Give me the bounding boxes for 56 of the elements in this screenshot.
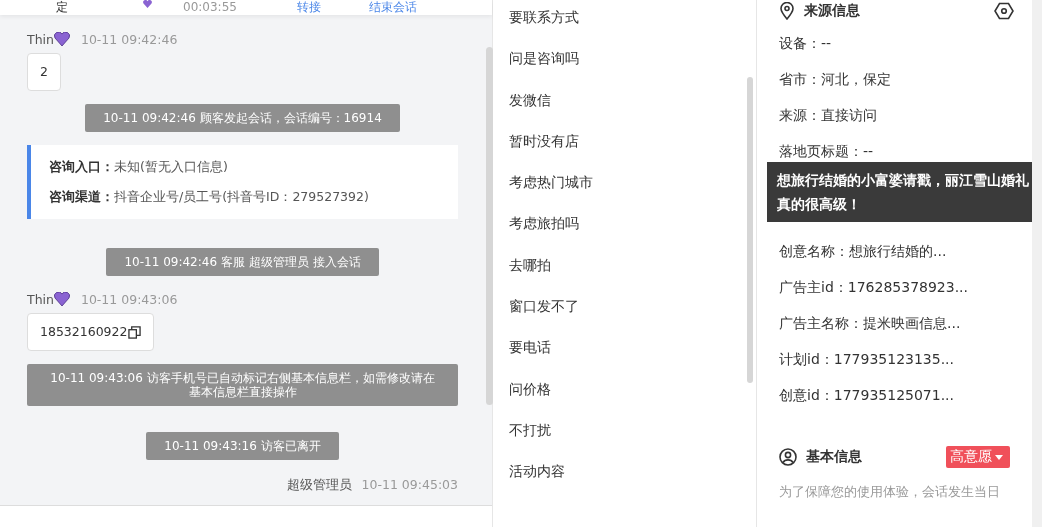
message-text: 18532160922: [40, 324, 128, 340]
info-row-text: 来源：直接访问: [779, 106, 878, 125]
quick-reply-item[interactable]: 不打扰: [493, 418, 756, 461]
sender-name: Thin: [27, 291, 54, 307]
system-notice: 10-11 09:42:46 客服 超级管理员 接入会话: [106, 248, 379, 276]
settings-icon[interactable]: [994, 2, 1014, 20]
info-row-text: 创意名称：想旅行结婚的...: [779, 242, 948, 261]
location-pin-icon: [779, 2, 795, 20]
system-notice: 10-11 09:43:16 访客已离开: [146, 432, 339, 460]
scrollbar[interactable]: [486, 47, 493, 405]
quick-reply-item[interactable]: 活动内容: [493, 460, 756, 502]
info-row-text: 落地页标题：--: [779, 142, 875, 161]
quick-reply-item[interactable]: 发微信: [493, 88, 756, 130]
sender-name: Thin: [27, 31, 54, 47]
caret-icon: [995, 454, 1003, 460]
heart-icon: [140, 0, 155, 8]
message-time: 10-11 09:42:46: [80, 31, 178, 47]
info-row-text: 省市：河北，保定: [779, 70, 892, 89]
heart-icon: [53, 32, 70, 46]
quick-reply-item[interactable]: 窗口发不了: [493, 295, 756, 337]
session-duration: 00:03:55: [183, 0, 237, 14]
message-text: 2: [40, 64, 48, 80]
quick-reply-item[interactable]: 考虑热门城市: [493, 171, 756, 213]
scrollbar[interactable]: [747, 77, 753, 383]
info-row-text: 创意id：177935125071...: [779, 386, 955, 405]
header-link[interactable]: 结束会话: [368, 0, 417, 14]
header-link[interactable]: 转接: [296, 0, 321, 14]
info-row-text: 广告主名称：提米映画信息...: [779, 314, 962, 333]
visitor-name: 定: [56, 0, 68, 14]
entry-label: 咨询渠道：: [49, 189, 114, 204]
quick-reply-item[interactable]: 考虑旅拍吗: [493, 212, 756, 254]
info-row-text: 广告主id：176285378923...: [779, 278, 969, 297]
quick-reply-item[interactable]: 问是咨询吗: [493, 47, 756, 89]
entry-value: 抖音企业号/员工号(抖音号ID：279527392): [114, 189, 369, 204]
section-title: 来源信息: [804, 2, 860, 20]
quick-reply-item[interactable]: 要电话: [493, 336, 756, 378]
info-row-text: 设备：--: [779, 34, 833, 53]
intent-tag-dropdown[interactable]: 高意愿: [946, 446, 1010, 468]
message-time: 10-11 09:45:03: [361, 477, 458, 494]
quick-reply-item[interactable]: 去哪拍: [493, 253, 756, 296]
info-row-text: 计划id：177935123135...: [779, 350, 955, 369]
message-time: 10-11 09:43:06: [80, 291, 178, 307]
entry-label: 咨询入口：: [49, 159, 114, 174]
section-title: 基本信息: [806, 448, 862, 466]
quick-reply-item[interactable]: 问价格: [493, 377, 756, 419]
quick-reply-item[interactable]: 暂时没有店: [493, 129, 756, 172]
quick-reply-item[interactable]: 要联系方式: [493, 6, 756, 48]
user-circle-icon: [779, 448, 797, 466]
notice-text: 为了保障您的使用体验，会话发生当日: [779, 483, 1001, 501]
system-notice: 10-11 09:42:46 顾客发起会话，会话编号：16914: [85, 104, 400, 132]
heart-icon: [53, 292, 70, 306]
copy-icon[interactable]: [128, 325, 142, 339]
scrollbar[interactable]: [1032, 0, 1042, 527]
sender-name: 超级管理员: [286, 477, 352, 494]
system-notice: 10-11 09:43:06 访客手机号已自动标记右侧基本信息栏，如需修改请在基本信息栏直接操作: [27, 364, 458, 406]
entry-value: 未知(暂无入口信息): [114, 159, 228, 174]
